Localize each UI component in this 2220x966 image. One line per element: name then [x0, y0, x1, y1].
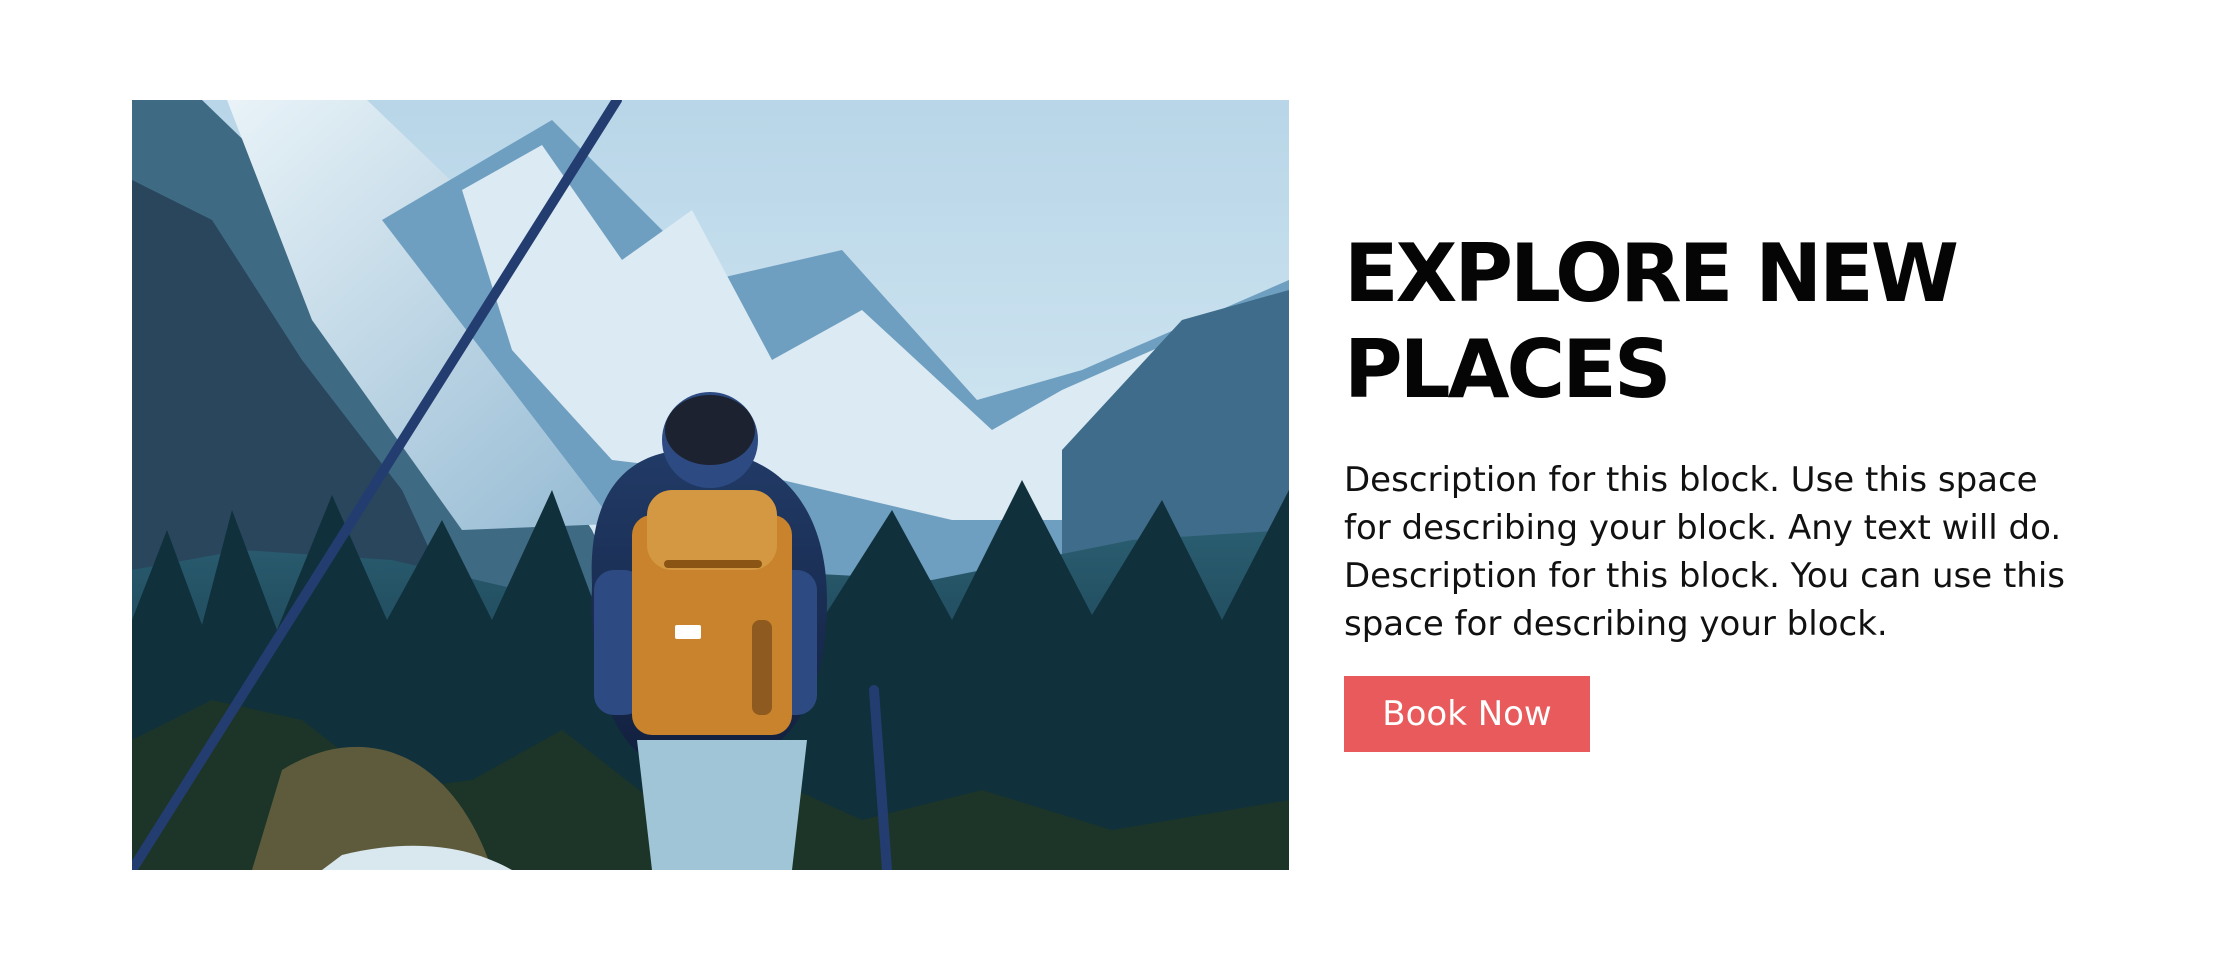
page-title: EXPLORE NEW PLACES [1344, 227, 1959, 416]
hero-image [132, 100, 1289, 870]
hero-description: Description for this block. Use this spa… [1344, 460, 2066, 644]
mountain-hiker-image [132, 100, 1289, 870]
hero-content: EXPLORE NEW PLACES Description for this … [1344, 226, 2084, 752]
book-now-button[interactable]: Book Now [1344, 676, 1590, 752]
